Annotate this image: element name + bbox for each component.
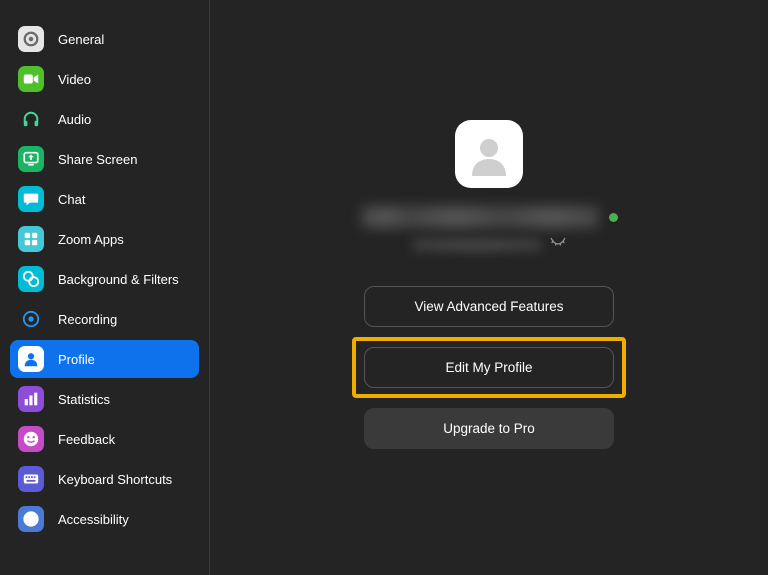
sidebar-item-label: Chat	[58, 192, 85, 207]
keyboard-icon	[18, 466, 44, 492]
edit-profile-highlight: Edit My Profile	[352, 337, 626, 398]
video-icon	[18, 66, 44, 92]
profile-content: View Advanced Features Edit My Profile U…	[210, 0, 768, 575]
profile-action-buttons: View Advanced Features Edit My Profile U…	[352, 286, 626, 449]
sidebar-item-chat[interactable]: Chat	[10, 180, 199, 218]
filters-icon	[18, 266, 44, 292]
sidebar-item-recording[interactable]: Recording	[10, 300, 199, 338]
avatar[interactable]	[455, 120, 523, 188]
accessibility-icon	[18, 506, 44, 532]
sidebar-item-label: Share Screen	[58, 152, 138, 167]
feedback-icon	[18, 426, 44, 452]
view-advanced-features-button[interactable]: View Advanced Features	[364, 286, 614, 327]
sidebar-item-label: Video	[58, 72, 91, 87]
settings-sidebar: General Video Audio Share Screen Chat Zoom Ap…	[0, 0, 210, 575]
sidebar-item-label: Profile	[58, 352, 95, 367]
sidebar-item-label: Recording	[58, 312, 117, 327]
sidebar-item-feedback[interactable]: Feedback	[10, 420, 199, 458]
profile-email-row	[412, 236, 566, 254]
upgrade-to-pro-button[interactable]: Upgrade to Pro	[364, 408, 614, 449]
sidebar-item-keyboard-shortcuts[interactable]: Keyboard Shortcuts	[10, 460, 199, 498]
sidebar-item-label: Statistics	[58, 392, 110, 407]
sidebar-item-label: Background & Filters	[58, 272, 179, 287]
status-indicator-online	[609, 213, 618, 222]
profile-email-redacted	[412, 238, 542, 252]
apps-icon	[18, 226, 44, 252]
chat-icon	[18, 186, 44, 212]
profile-name-redacted	[361, 206, 599, 228]
sidebar-item-general[interactable]: General	[10, 20, 199, 58]
edit-my-profile-button[interactable]: Edit My Profile	[364, 347, 614, 388]
sidebar-item-video[interactable]: Video	[10, 60, 199, 98]
sidebar-item-profile[interactable]: Profile	[10, 340, 199, 378]
sidebar-item-label: Accessibility	[58, 512, 129, 527]
profile-placeholder-icon	[467, 132, 511, 176]
gear-icon	[18, 26, 44, 52]
sidebar-item-label: Feedback	[58, 432, 115, 447]
sidebar-item-background-filters[interactable]: Background & Filters	[10, 260, 199, 298]
sidebar-item-label: General	[58, 32, 104, 47]
profile-name-row	[361, 206, 618, 228]
statistics-icon	[18, 386, 44, 412]
recording-icon	[18, 306, 44, 332]
share-screen-icon	[18, 146, 44, 172]
reveal-eye-icon[interactable]	[550, 236, 566, 254]
sidebar-item-audio[interactable]: Audio	[10, 100, 199, 138]
sidebar-item-statistics[interactable]: Statistics	[10, 380, 199, 418]
sidebar-item-label: Keyboard Shortcuts	[58, 472, 172, 487]
sidebar-item-zoom-apps[interactable]: Zoom Apps	[10, 220, 199, 258]
sidebar-item-accessibility[interactable]: Accessibility	[10, 500, 199, 538]
headphones-icon	[18, 106, 44, 132]
sidebar-item-label: Audio	[58, 112, 91, 127]
profile-icon	[18, 346, 44, 372]
sidebar-item-share-screen[interactable]: Share Screen	[10, 140, 199, 178]
sidebar-item-label: Zoom Apps	[58, 232, 124, 247]
